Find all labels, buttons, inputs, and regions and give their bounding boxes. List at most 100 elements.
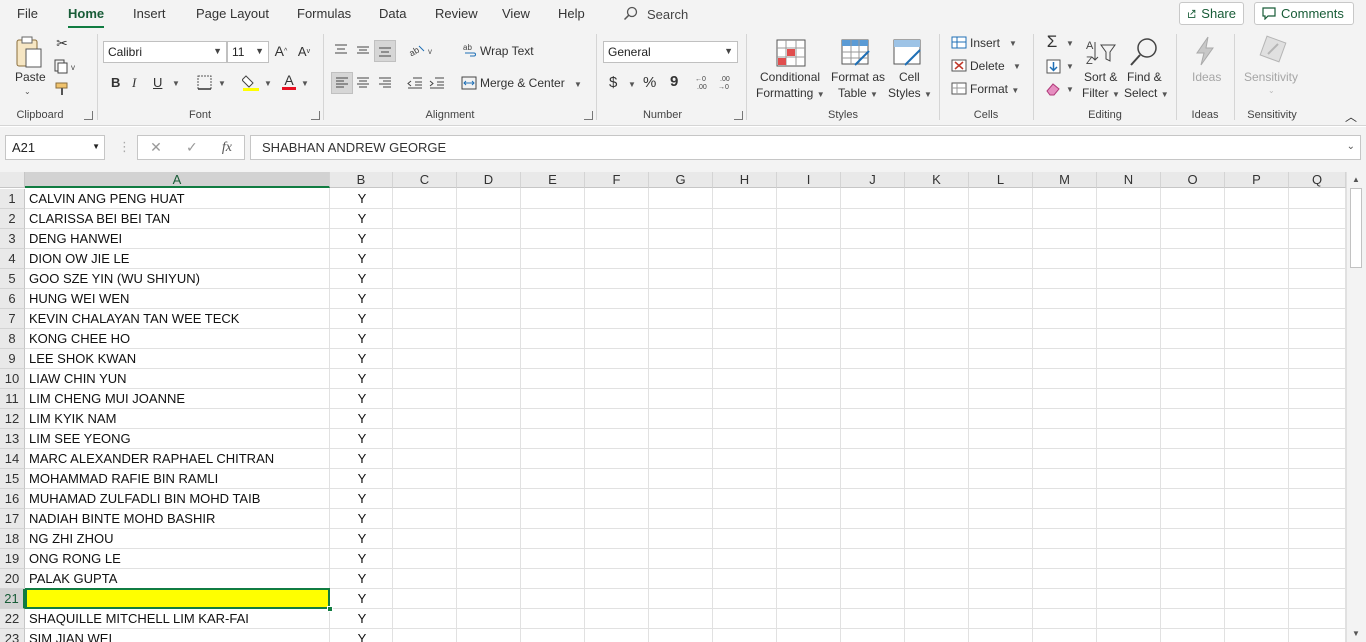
cell-a8[interactable]: KONG CHEE HO xyxy=(26,329,330,349)
cell-b20[interactable]: Y xyxy=(331,569,393,589)
column-header-e[interactable]: E xyxy=(521,172,585,188)
delete-dropdown-icon[interactable]: ▼ xyxy=(1013,62,1021,71)
column-header-p[interactable]: P xyxy=(1225,172,1289,188)
insert-function-icon[interactable]: fx xyxy=(222,140,232,156)
cell-a16[interactable]: MUHAMAD ZULFADLI BIN MOHD TAIB xyxy=(26,489,330,509)
column-header-q[interactable]: Q xyxy=(1289,172,1346,188)
format-as-table-button[interactable]: Format as xyxy=(831,70,885,84)
cell-b17[interactable]: Y xyxy=(331,509,393,529)
autosum-icon[interactable]: Σ xyxy=(1044,32,1060,51)
cell-b14[interactable]: Y xyxy=(331,449,393,469)
row-header[interactable]: 19 xyxy=(0,549,25,569)
conditional-formatting-button[interactable]: Conditional xyxy=(760,70,820,84)
tab-help[interactable]: Help xyxy=(558,6,585,21)
column-header-i[interactable]: I xyxy=(777,172,841,188)
cell-b11[interactable]: Y xyxy=(331,389,393,409)
column-header-d[interactable]: D xyxy=(457,172,521,188)
merge-center-button[interactable]: Merge & Center xyxy=(480,76,565,90)
align-bottom-icon[interactable] xyxy=(374,40,396,62)
font-size-select[interactable]: 11 ▼ xyxy=(227,41,269,63)
column-header-m[interactable]: M xyxy=(1033,172,1097,188)
tab-formulas[interactable]: Formulas xyxy=(297,6,351,21)
scroll-up-icon[interactable]: ▲ xyxy=(1352,175,1360,184)
row-header[interactable]: 10 xyxy=(0,369,25,389)
cell-b6[interactable]: Y xyxy=(331,289,393,309)
tab-review[interactable]: Review xyxy=(435,6,478,21)
row-header[interactable]: 14 xyxy=(0,449,25,469)
cell-b16[interactable]: Y xyxy=(331,489,393,509)
row-header[interactable]: 15 xyxy=(0,469,25,489)
worksheet-grid[interactable]: ABCDEFGHIJKLMNOPQ 1 CALVIN ANG PENG HUAT Y… xyxy=(0,172,1346,642)
cell-b4[interactable]: Y xyxy=(331,249,393,269)
share-button[interactable]: Share xyxy=(1179,2,1244,25)
cut-icon[interactable]: ✂ xyxy=(54,35,70,51)
autosum-dropdown-icon[interactable]: ▼ xyxy=(1066,39,1074,48)
cell-b13[interactable]: Y xyxy=(331,429,393,449)
bold-button[interactable]: B xyxy=(111,75,120,90)
search-box[interactable]: Search xyxy=(623,4,688,24)
borders-icon[interactable] xyxy=(196,74,212,90)
sensitivity-button[interactable]: Sensitivity xyxy=(1244,70,1298,84)
cell-b21[interactable]: Y xyxy=(331,589,393,609)
align-left-icon[interactable] xyxy=(331,72,353,94)
cell-a12[interactable]: LIM KYIK NAM xyxy=(26,409,330,429)
row-header[interactable]: 11 xyxy=(0,389,25,409)
font-color-dropdown-icon[interactable]: ▼ xyxy=(301,79,309,88)
row-header[interactable]: 3 xyxy=(0,229,25,249)
row-header[interactable]: 18 xyxy=(0,529,25,549)
cell-b3[interactable]: Y xyxy=(331,229,393,249)
row-header[interactable]: 6 xyxy=(0,289,25,309)
cell-a18[interactable]: NG ZHI ZHOU xyxy=(26,529,330,549)
fill-down-icon[interactable] xyxy=(1045,58,1061,74)
cell-a2[interactable]: CLARISSA BEI BEI TAN xyxy=(26,209,330,229)
scroll-thumb[interactable] xyxy=(1350,188,1362,268)
paste-dropdown-icon[interactable]: ⌄ xyxy=(24,87,31,96)
align-right-icon[interactable] xyxy=(377,75,393,91)
column-header-c[interactable]: C xyxy=(393,172,457,188)
decrease-indent-icon[interactable] xyxy=(407,75,423,91)
cell-b2[interactable]: Y xyxy=(331,209,393,229)
cell-b18[interactable]: Y xyxy=(331,529,393,549)
cell-a1[interactable]: CALVIN ANG PENG HUAT xyxy=(26,189,330,209)
cell-a4[interactable]: DION OW JIE LE xyxy=(26,249,330,269)
cell-b12[interactable]: Y xyxy=(331,409,393,429)
align-top-icon[interactable] xyxy=(333,42,349,58)
row-header[interactable]: 17 xyxy=(0,509,25,529)
row-header[interactable]: 5 xyxy=(0,269,25,289)
cell-b9[interactable]: Y xyxy=(331,349,393,369)
cell-a5[interactable]: GOO SZE YIN (WU SHIYUN) xyxy=(26,269,330,289)
cell-styles-button[interactable]: Cell xyxy=(899,70,920,84)
fill-color-icon[interactable] xyxy=(242,73,260,91)
tab-insert[interactable]: Insert xyxy=(133,6,166,21)
cell-a3[interactable]: DENG HANWEI xyxy=(26,229,330,249)
column-header-l[interactable]: L xyxy=(969,172,1033,188)
column-header-h[interactable]: H xyxy=(713,172,777,188)
ideas-button[interactable]: Ideas xyxy=(1192,70,1221,84)
clear-dropdown-icon[interactable]: ▼ xyxy=(1066,85,1074,94)
expand-formula-icon[interactable]: ⌄ xyxy=(1347,141,1355,152)
cell-b10[interactable]: Y xyxy=(331,369,393,389)
format-cells-button[interactable]: Format ▼ xyxy=(970,82,1019,96)
tab-data[interactable]: Data xyxy=(379,6,406,21)
cell-b8[interactable]: Y xyxy=(331,329,393,349)
clipboard-launcher-icon[interactable] xyxy=(84,111,93,120)
row-header[interactable]: 9 xyxy=(0,349,25,369)
row-header[interactable]: 22 xyxy=(0,609,25,629)
column-header-k[interactable]: K xyxy=(905,172,969,188)
cell-a9[interactable]: LEE SHOK KWAN xyxy=(26,349,330,369)
font-launcher-icon[interactable] xyxy=(311,111,320,120)
select-all-button[interactable] xyxy=(0,172,25,188)
row-header[interactable]: 7 xyxy=(0,309,25,329)
cell-a20[interactable]: PALAK GUPTA xyxy=(26,569,330,589)
scroll-down-icon[interactable]: ▼ xyxy=(1352,629,1360,638)
percent-button[interactable]: % xyxy=(643,74,656,91)
cell-b15[interactable]: Y xyxy=(331,469,393,489)
format-painter-icon[interactable] xyxy=(54,81,70,97)
wrap-text-button[interactable]: Wrap Text xyxy=(480,44,534,58)
find-select-button[interactable]: Find & xyxy=(1127,70,1162,84)
column-header-n[interactable]: N xyxy=(1097,172,1161,188)
cell-a23[interactable]: SIM JIAN WEI xyxy=(26,629,330,642)
column-header-a[interactable]: A xyxy=(25,172,330,188)
clear-icon[interactable] xyxy=(1045,81,1061,97)
row-header[interactable]: 21 xyxy=(0,589,25,609)
